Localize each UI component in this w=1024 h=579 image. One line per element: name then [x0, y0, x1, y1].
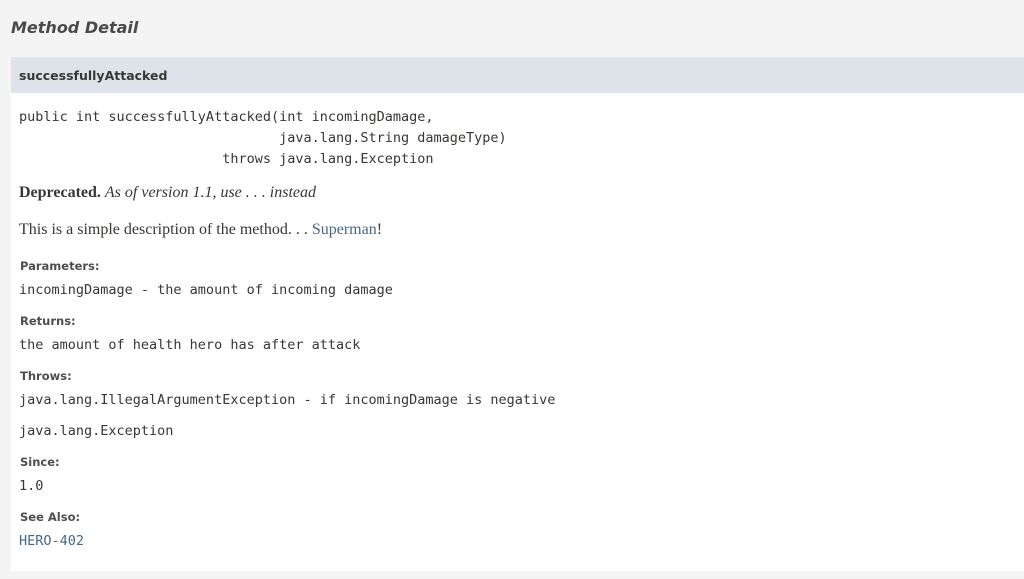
since-label: Since: — [20, 455, 60, 469]
throws-item: java.lang.Exception — [19, 423, 174, 439]
since-value: 1.0 — [19, 478, 44, 494]
superman-link[interactable]: Superman — [312, 221, 377, 238]
see-also-label: See Also: — [20, 510, 81, 524]
method-name-header: successfullyAttacked — [11, 57, 1024, 93]
signature-line-1: public int successfullyAttacked(int inco… — [19, 109, 434, 125]
signature-line-2: java.lang.String damageType) — [19, 130, 507, 146]
parameters-value: incomingDamage - the amount of incoming … — [19, 282, 393, 298]
method-signature: public int successfullyAttacked(int inco… — [19, 107, 507, 170]
throws-label: Throws: — [20, 369, 72, 383]
see-also-link[interactable]: HERO-402 — [19, 533, 84, 549]
signature-line-3: throws java.lang.Exception — [19, 151, 434, 167]
deprecated-note: As of version 1.1, use . . . instead — [104, 184, 316, 201]
returns-value: the amount of health hero has after atta… — [19, 337, 361, 353]
deprecation-notice: Deprecated. As of version 1.1, use . . .… — [19, 184, 316, 202]
throws-item: java.lang.IllegalArgumentException - if … — [19, 392, 556, 408]
description-text: This is a simple description of the meth… — [19, 221, 312, 238]
returns-label: Returns: — [20, 314, 76, 328]
section-title: Method Detail — [11, 18, 139, 37]
deprecated-label: Deprecated. — [19, 184, 101, 201]
method-description: This is a simple description of the meth… — [19, 221, 382, 239]
method-detail-panel: successfullyAttacked public int successf… — [11, 57, 1024, 571]
description-suffix: ! — [376, 221, 383, 238]
parameters-label: Parameters: — [20, 259, 100, 273]
